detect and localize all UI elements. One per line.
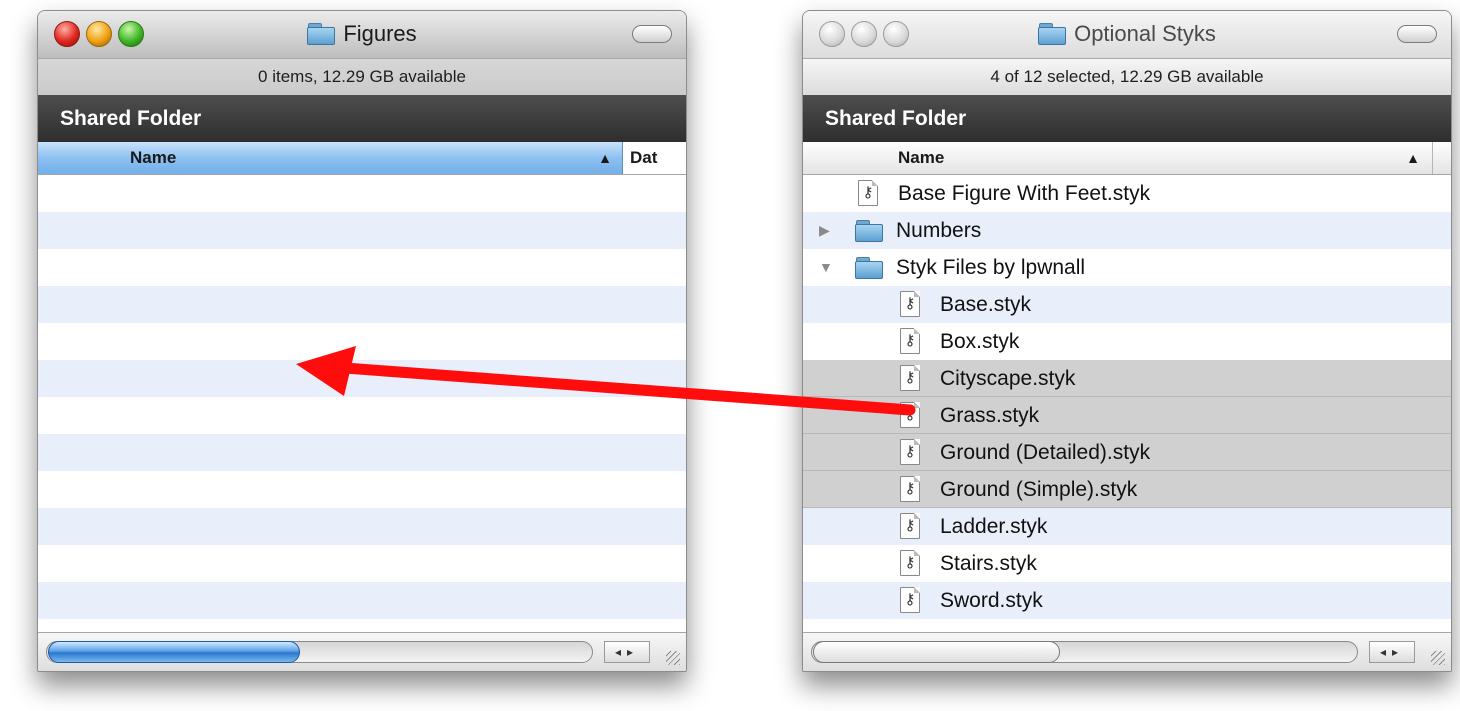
item-name: Styk Files by lpwnall	[896, 256, 1086, 279]
folder-row[interactable]: ▶ Numbers	[803, 212, 1451, 249]
folder-row[interactable]: ▼ Styk Files by lpwnall	[803, 249, 1451, 286]
shared-folder-header: Shared Folder	[38, 95, 686, 142]
empty-row	[38, 286, 686, 323]
sort-ascending-icon: ▲	[598, 150, 612, 166]
name-column-label: Name	[898, 148, 945, 167]
item-name: Ground (Simple).styk	[940, 478, 1138, 501]
folder-icon	[1038, 23, 1067, 45]
scroll-arrows[interactable]: ◂▸	[604, 641, 650, 663]
file-row[interactable]: ⚷ Ground (Simple).styk	[803, 471, 1451, 508]
item-name: Cityscape.styk	[940, 367, 1076, 390]
scroll-arrows[interactable]: ◂▸	[1369, 641, 1415, 663]
empty-row	[38, 323, 686, 360]
figure-file-icon: ⚷	[900, 402, 920, 428]
file-row[interactable]: ⚷ Grass.styk	[803, 397, 1451, 434]
figure-file-icon: ⚷	[900, 587, 920, 613]
file-list-empty[interactable]	[38, 175, 686, 633]
empty-row	[38, 545, 686, 582]
window-title: Figures	[343, 21, 417, 46]
column-header: Name ▲	[803, 142, 1451, 175]
column-header: Name ▲ Dat	[38, 142, 686, 175]
figure-file-icon: ⚷	[900, 550, 920, 576]
item-name: Ground (Detailed).styk	[940, 441, 1151, 464]
empty-row	[38, 175, 686, 212]
item-name: Grass.styk	[940, 404, 1040, 427]
empty-row	[38, 508, 686, 545]
empty-row	[38, 434, 686, 471]
empty-row	[38, 582, 686, 619]
empty-row	[38, 619, 686, 633]
name-column-header[interactable]: Name ▲	[38, 142, 623, 174]
horizontal-scrollbar[interactable]: ◂▸	[38, 632, 686, 671]
figure-file-icon: ⚷	[900, 365, 920, 391]
file-row[interactable]: ⚷ Base Figure With Feet.styk	[803, 175, 1451, 212]
file-row[interactable]: ⚷ Stairs.styk	[803, 545, 1451, 582]
item-name: Box.styk	[940, 330, 1020, 353]
shared-folder-header: Shared Folder	[803, 95, 1451, 142]
status-bar: 4 of 12 selected, 12.29 GB available	[803, 58, 1451, 96]
disclosure-collapsed-icon[interactable]: ▶	[819, 222, 830, 239]
horizontal-scrollbar[interactable]: ◂▸	[803, 632, 1451, 671]
file-row[interactable]: ⚷ Base.styk	[803, 286, 1451, 323]
disclosure-expanded-icon[interactable]: ▼	[819, 259, 833, 275]
empty-row	[38, 249, 686, 286]
file-row[interactable]: ⚷ Ladder.styk	[803, 508, 1451, 545]
empty-row	[38, 360, 686, 397]
resize-grip-icon[interactable]	[1431, 651, 1445, 665]
figure-file-icon: ⚷	[900, 439, 920, 465]
file-row[interactable]: ⚷ Cityscape.styk	[803, 360, 1451, 397]
empty-row	[38, 397, 686, 434]
figure-file-icon: ⚷	[900, 291, 920, 317]
name-column-header[interactable]: Name ▲	[803, 142, 1433, 174]
file-list: ⚷ Base Figure With Feet.styk ▶ Numbers ▼ Styk…	[803, 175, 1451, 633]
scroll-thumb[interactable]	[48, 641, 300, 663]
name-column-label: Name	[130, 148, 177, 167]
item-name: Stairs.styk	[940, 552, 1037, 575]
sort-ascending-icon: ▲	[1406, 150, 1420, 166]
date-column-header[interactable]: Dat	[630, 142, 686, 174]
toolbar-toggle-button[interactable]	[1397, 25, 1437, 43]
title-bar[interactable]: Figures	[38, 11, 686, 58]
folder-icon	[307, 23, 336, 45]
folder-icon	[855, 257, 883, 279]
figure-file-icon: ⚷	[858, 180, 878, 206]
title-bar[interactable]: Optional Styks	[803, 11, 1451, 58]
folder-icon	[855, 220, 883, 242]
file-row[interactable]: ⚷ Ground (Detailed).styk	[803, 434, 1451, 471]
toolbar-toggle-button[interactable]	[632, 25, 672, 43]
item-name: Base Figure With Feet.styk	[898, 182, 1151, 205]
file-row[interactable]: ⚷ Sword.styk	[803, 582, 1451, 619]
figure-file-icon: ⚷	[900, 476, 920, 502]
item-name: Base.styk	[940, 293, 1032, 316]
finder-window-figures: Figures 0 items, 12.29 GB available Shar…	[37, 10, 687, 672]
resize-grip-icon[interactable]	[666, 651, 680, 665]
window-title: Optional Styks	[1074, 21, 1216, 46]
item-name: Numbers	[896, 219, 982, 242]
figure-file-icon: ⚷	[900, 513, 920, 539]
figure-file-icon: ⚷	[900, 328, 920, 354]
file-row[interactable]: ⚷ Box.styk	[803, 323, 1451, 360]
finder-window-optional-styks: Optional Styks 4 of 12 selected, 12.29 G…	[802, 10, 1452, 672]
status-bar: 0 items, 12.29 GB available	[38, 58, 686, 96]
scroll-thumb[interactable]	[813, 641, 1060, 663]
empty-row	[38, 471, 686, 508]
item-name: Ladder.styk	[940, 515, 1048, 538]
item-name: Sword.styk	[940, 589, 1043, 612]
empty-row	[38, 212, 686, 249]
